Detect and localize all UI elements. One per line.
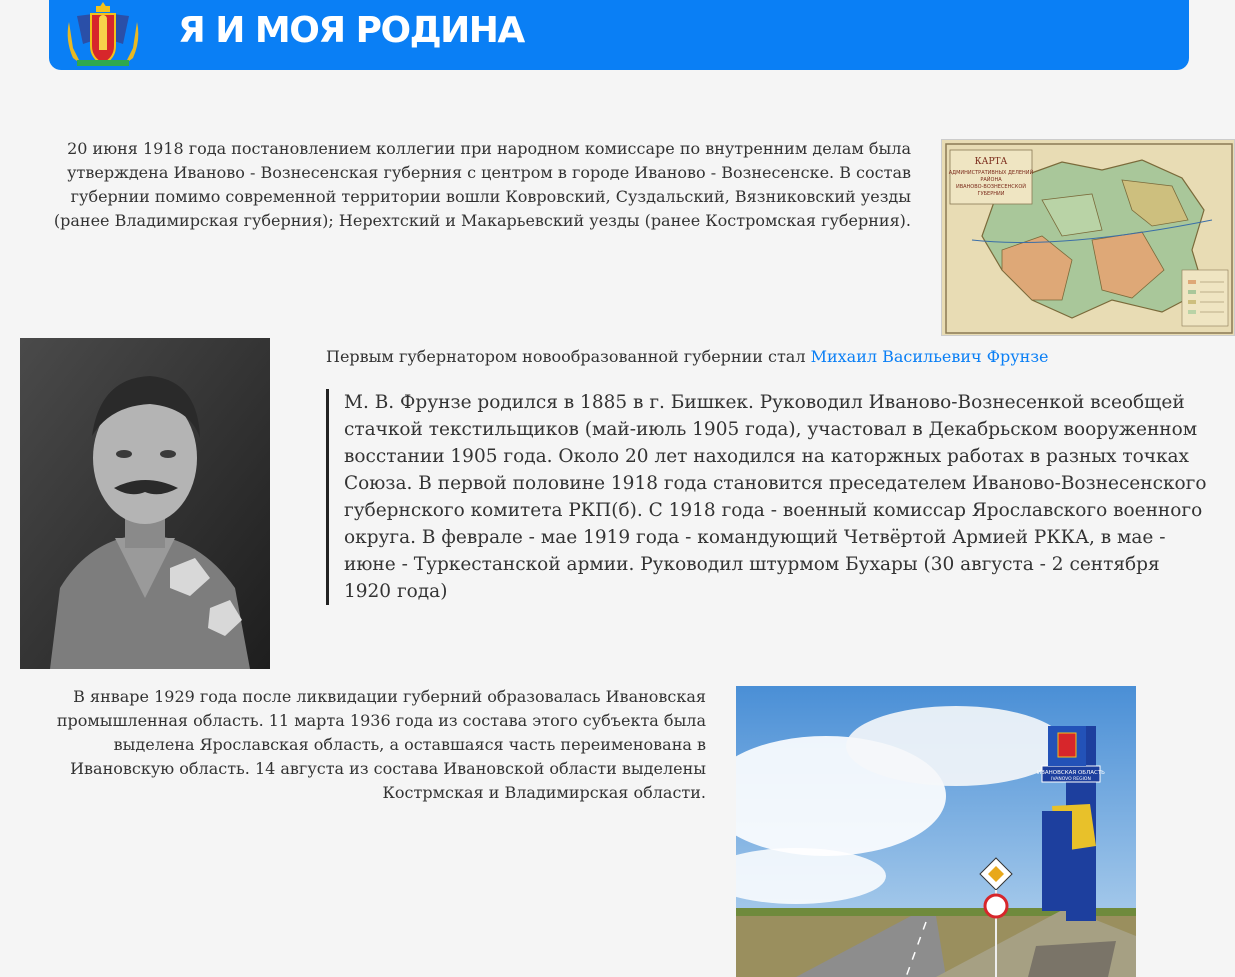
oblast-history-text: В январе 1929 года после ликвидации губе… <box>56 687 706 802</box>
map-subtitle-3: ИВАНОВО-ВОЗНЕСЕНСКОЙ <box>956 183 1026 190</box>
map-subtitle-1: АДМИНИСТРАТИВНЫХ ДЕЛЕНИЙ <box>949 169 1034 176</box>
first-governor-intro: Первым губернатором новообразованной губ… <box>326 347 811 366</box>
frunze-portrait-image <box>20 338 270 669</box>
site-title: Я И МОЯ РОДИНА <box>178 10 525 51</box>
sign-title: ИВАНОВСКАЯ ОБЛАСТЬ <box>1037 770 1105 776</box>
frunze-link[interactable]: Михаил Васильевич Фрунзе <box>811 347 1049 366</box>
site-header: Я И МОЯ РОДИНА <box>49 0 1189 70</box>
historical-map-image: КАРТА АДМИНИСТРАТИВНЫХ ДЕЛЕНИЙ РАЙОНА ИВ… <box>941 139 1235 336</box>
frunze-biography-quote: М. В. Фрунзе родился в 1885 в г. Бишкек.… <box>326 389 1211 605</box>
sign-title-en: IVANOVO REGION <box>1051 776 1091 782</box>
map-title: КАРТА <box>975 157 1008 167</box>
first-governor-text: Первым губернатором новообразованной губ… <box>326 345 1049 369</box>
map-subtitle-4: ГУБЕРНИИ <box>978 191 1005 197</box>
governorate-founding-text: 20 июня 1918 года постановлением коллеги… <box>53 139 911 230</box>
map-subtitle-2: РАЙОНА <box>980 176 1002 183</box>
ivanovo-coat-of-arms-icon[interactable] <box>63 0 143 70</box>
ivanovo-region-sign-image: ИВАНОВСКАЯ ОБЛАСТЬ IVANOVO REGION <box>736 686 1136 977</box>
